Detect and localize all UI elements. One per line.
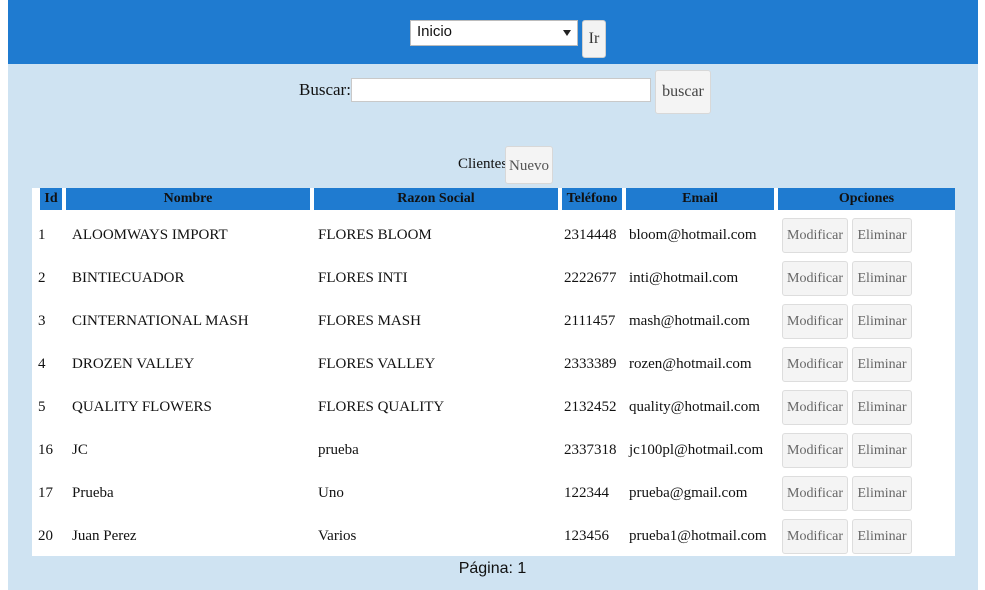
delete-button[interactable]: Eliminar: [852, 433, 912, 468]
cell-email: bloom@hotmail.com: [629, 227, 757, 243]
modify-button[interactable]: Modificar: [782, 476, 848, 511]
navigation-select-value: Inicio: [417, 23, 453, 40]
section-title: Clientes: [458, 156, 508, 172]
column-header-opciones: Opciones: [778, 188, 955, 210]
table-row: 20 Juan Perez Varios 123456 prueba1@hotm…: [32, 515, 955, 558]
cell-email: jc100pl@hotmail.com: [629, 442, 764, 458]
column-header-razon-social: Razon Social: [314, 188, 558, 210]
delete-button[interactable]: Eliminar: [852, 304, 912, 339]
cell-email: quality@hotmail.com: [629, 399, 760, 415]
modify-button[interactable]: Modificar: [782, 519, 848, 554]
go-button[interactable]: Ir: [582, 20, 606, 58]
modify-button[interactable]: Modificar: [782, 390, 848, 425]
table-row: 5 QUALITY FLOWERS FLORES QUALITY 2132452…: [32, 386, 955, 429]
delete-button[interactable]: Eliminar: [852, 476, 912, 511]
chevron-down-icon: [563, 30, 571, 36]
cell-email: prueba1@hotmail.com: [629, 528, 767, 544]
cell-email: rozen@hotmail.com: [629, 356, 752, 372]
cell-nombre: ALOOMWAYS IMPORT: [72, 227, 228, 243]
cell-telefono: 2132452: [564, 399, 617, 415]
delete-button[interactable]: Eliminar: [852, 347, 912, 382]
cell-nombre: CINTERNATIONAL MASH: [72, 313, 249, 329]
cell-email: prueba@gmail.com: [629, 485, 748, 501]
cell-id: 1: [38, 227, 46, 243]
cell-razon-social: FLORES BLOOM: [318, 227, 432, 243]
modify-button[interactable]: Modificar: [782, 304, 848, 339]
column-header-email: Email: [626, 188, 774, 210]
cell-nombre: BINTIECUADOR: [72, 270, 185, 286]
cell-id: 4: [38, 356, 46, 372]
table-row: 4 DROZEN VALLEY FLORES VALLEY 2333389 ro…: [32, 343, 955, 386]
delete-button[interactable]: Eliminar: [852, 390, 912, 425]
column-header-id: Id: [40, 188, 62, 210]
navigation-select[interactable]: Inicio: [410, 20, 578, 46]
cell-id: 16: [38, 442, 53, 458]
cell-telefono: 2337318: [564, 442, 617, 458]
cell-razon-social: FLORES VALLEY: [318, 356, 436, 372]
cell-telefono: 122344: [564, 485, 609, 501]
delete-button[interactable]: Eliminar: [852, 218, 912, 253]
cell-nombre: QUALITY FLOWERS: [72, 399, 212, 415]
table-row: 16 JC prueba 2337318 jc100pl@hotmail.com…: [32, 429, 955, 472]
cell-id: 20: [38, 528, 53, 544]
delete-button[interactable]: Eliminar: [852, 519, 912, 554]
cell-razon-social: FLORES MASH: [318, 313, 421, 329]
cell-id: 17: [38, 485, 53, 501]
cell-nombre: DROZEN VALLEY: [72, 356, 195, 372]
cell-telefono: 2222677: [564, 270, 617, 286]
modify-button[interactable]: Modificar: [782, 347, 848, 382]
cell-email: inti@hotmail.com: [629, 270, 739, 286]
column-header-nombre: Nombre: [66, 188, 310, 210]
clients-table: Id Nombre Razon Social Teléfono Email Op…: [32, 188, 955, 556]
cell-telefono: 2314448: [564, 227, 617, 243]
cell-telefono: 2333389: [564, 356, 617, 372]
cell-razon-social: FLORES QUALITY: [318, 399, 445, 415]
cell-nombre: Prueba: [72, 485, 114, 501]
cell-id: 3: [38, 313, 46, 329]
table-row: 1 ALOOMWAYS IMPORT FLORES BLOOM 2314448 …: [32, 214, 955, 257]
table-row: 17 Prueba Uno 122344 prueba@gmail.com Mo…: [32, 472, 955, 515]
pagination-text: Página: 1: [458, 560, 527, 577]
cell-razon-social: FLORES INTI: [318, 270, 408, 286]
column-header-telefono: Teléfono: [562, 188, 622, 210]
cell-telefono: 2111457: [564, 313, 616, 329]
delete-button[interactable]: Eliminar: [852, 261, 912, 296]
cell-nombre: JC: [72, 442, 88, 458]
modify-button[interactable]: Modificar: [782, 261, 848, 296]
cell-id: 2: [38, 270, 46, 286]
table-header: Id Nombre Razon Social Teléfono Email Op…: [36, 188, 955, 210]
modify-button[interactable]: Modificar: [782, 433, 848, 468]
top-navigation-bar: Inicio Ir: [8, 0, 978, 64]
search-input[interactable]: [351, 78, 651, 102]
cell-telefono: 123456: [564, 528, 609, 544]
cell-id: 5: [38, 399, 46, 415]
cell-razon-social: Uno: [318, 485, 344, 501]
search-button[interactable]: buscar: [655, 70, 711, 114]
cell-razon-social: Varios: [318, 528, 357, 544]
table-row: 3 CINTERNATIONAL MASH FLORES MASH 211145…: [32, 300, 955, 343]
cell-email: mash@hotmail.com: [629, 313, 750, 329]
cell-nombre: Juan Perez: [72, 528, 137, 544]
new-client-button[interactable]: Nuevo: [505, 146, 553, 184]
table-row: 2 BINTIECUADOR FLORES INTI 2222677 inti@…: [32, 257, 955, 300]
modify-button[interactable]: Modificar: [782, 218, 848, 253]
cell-razon-social: prueba: [318, 442, 359, 458]
search-label: Buscar:: [299, 80, 351, 99]
